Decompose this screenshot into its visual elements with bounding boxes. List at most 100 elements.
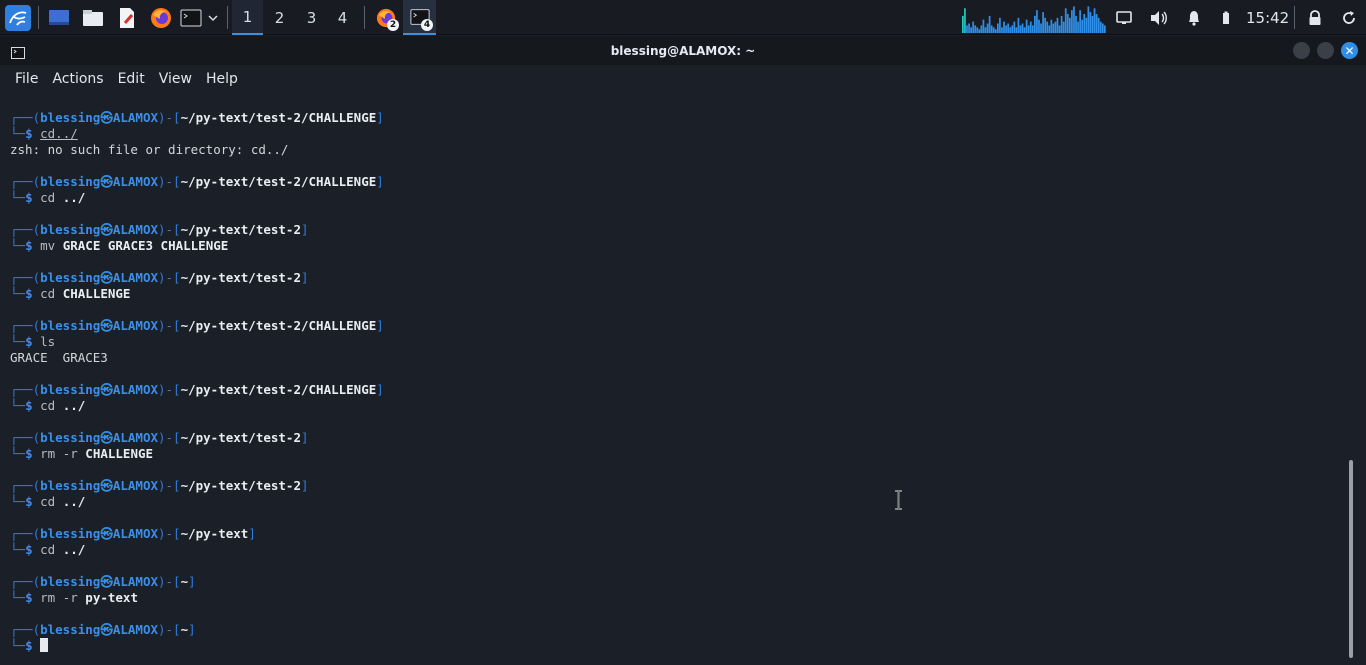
- cpu-graph-bar: [1044, 17, 1047, 33]
- firefox-launcher[interactable]: [148, 2, 174, 33]
- terminal-scrollbar[interactable]: [1349, 460, 1353, 658]
- menu-help[interactable]: Help: [199, 71, 245, 87]
- network-button[interactable]: [1113, 2, 1135, 33]
- desktop-icon: [49, 9, 69, 25]
- battery-button[interactable]: [1219, 2, 1233, 33]
- command-args: ../: [62, 494, 86, 509]
- lock-screen-button[interactable]: [1305, 2, 1325, 33]
- prompt-dollar: $: [25, 446, 41, 461]
- prompt-frame: ┌──(: [10, 110, 41, 125]
- prompt-dollar: $: [25, 334, 41, 349]
- prompt-frame: )-[: [158, 174, 181, 189]
- workspace-4[interactable]: 4: [327, 0, 358, 35]
- cpu-graph-bar: [992, 27, 995, 33]
- cpu-graph-bar: [1031, 25, 1034, 33]
- maximize-button[interactable]: [1317, 42, 1334, 59]
- prompt-dollar: $: [25, 590, 41, 605]
- menu-view[interactable]: View: [152, 71, 199, 87]
- prompt-separator-icon: ㉿: [100, 478, 113, 493]
- prompt-frame: )-[: [158, 318, 181, 333]
- prompt-frame: )-[: [158, 622, 181, 637]
- command-name: cd: [40, 190, 56, 205]
- command-line: └─$ rm -r CHALLENGE: [10, 446, 153, 462]
- taskbar-firefox-group[interactable]: 2: [372, 2, 400, 33]
- terminal-window-count-badge: 4: [421, 19, 433, 31]
- notifications-button[interactable]: [1184, 2, 1204, 33]
- menu-file[interactable]: File: [8, 71, 45, 87]
- prompt-separator-icon: ㉿: [100, 174, 113, 189]
- menu-edit[interactable]: Edit: [111, 71, 152, 87]
- taskbar-terminal-group[interactable]: 4: [403, 0, 436, 35]
- file-manager-launcher[interactable]: [80, 2, 106, 33]
- prompt-line: ┌──(blessing㉿ALAMOX)-[~/py-text/test-2]: [10, 430, 309, 446]
- cpu-graph-bar: [1091, 15, 1094, 33]
- cpu-graph-bar: [1050, 19, 1053, 33]
- prompt-user: blessing: [40, 622, 101, 637]
- clock[interactable]: 15:42: [1246, 0, 1289, 35]
- cpu-graph-bar: [1075, 15, 1077, 33]
- prompt-frame: └─: [10, 494, 26, 509]
- prompt-host: ALAMOX: [112, 318, 158, 333]
- cpu-graph-bar: [1017, 17, 1020, 33]
- cpu-graph-bar: [1103, 25, 1106, 33]
- command-args: CHALLENGE: [85, 446, 154, 461]
- show-desktop-button[interactable]: [46, 2, 72, 33]
- lock-icon: [1309, 9, 1321, 25]
- cpu-graph-bar: [1058, 25, 1061, 33]
- cpu-graph-bar: [1079, 10, 1082, 33]
- command-output: zsh: no such file or directory: cd../: [10, 142, 289, 157]
- cpu-graph-bar: [1068, 17, 1071, 33]
- cpu-graph-bar: [1064, 8, 1067, 33]
- kali-menu-button[interactable]: [3, 2, 33, 33]
- cpu-graph-bar: [984, 27, 987, 33]
- prompt-frame: └─: [10, 590, 26, 605]
- prompt-separator-icon: ㉿: [100, 574, 113, 589]
- minimize-button[interactable]: [1293, 42, 1310, 59]
- workspace-3[interactable]: 3: [296, 0, 327, 35]
- workspace-2[interactable]: 2: [264, 0, 295, 35]
- prompt-frame: )-[: [158, 110, 181, 125]
- window-titlebar[interactable]: blessing@ALAMOX: ~ ✕: [0, 36, 1366, 65]
- cpu-graph-bar: [976, 27, 979, 33]
- prompt-path: ~/py-text: [180, 526, 249, 541]
- cpu-graph-bar: [1001, 27, 1003, 33]
- prompt-path: ~/py-text/test-2/CHALLENGE: [180, 318, 377, 333]
- workspace-1[interactable]: 1: [232, 0, 263, 35]
- prompt-separator-icon: ㉿: [100, 222, 113, 237]
- command-name: cd: [40, 286, 56, 301]
- prompt-path: ~/py-text/test-2/CHALLENGE: [180, 110, 377, 125]
- prompt-frame: ┌──(: [10, 382, 41, 397]
- volume-button[interactable]: [1148, 2, 1170, 33]
- prompt-frame: ┌──(: [10, 270, 41, 285]
- firefox-window-count-badge: 2: [387, 19, 399, 31]
- cpu-graph-bar: [1054, 21, 1057, 33]
- prompt-frame: ]: [301, 430, 309, 445]
- terminal-launcher[interactable]: [178, 2, 204, 33]
- cpu-graph-bar: [986, 23, 989, 33]
- close-button[interactable]: ✕: [1341, 42, 1358, 59]
- prompt-path: ~: [180, 622, 189, 637]
- prompt-path: ~/py-text/test-2/CHALLENGE: [180, 174, 377, 189]
- prompt-line: ┌──(blessing㉿ALAMOX)-[~]: [10, 574, 196, 590]
- command-args: CHALLENGE: [62, 286, 131, 301]
- cpu-graph-bar: [1048, 25, 1051, 33]
- power-button[interactable]: [1339, 2, 1359, 33]
- prompt-frame: ]: [188, 622, 196, 637]
- prompt-separator-icon: ㉿: [100, 622, 113, 637]
- top-panel: 1 2 3 4 2 4 15:42: [0, 0, 1366, 35]
- cpu-graph-bar: [1040, 23, 1042, 33]
- cpu-graph-bar: [1042, 12, 1044, 33]
- cpu-graph-bar: [1071, 10, 1073, 33]
- cpu-graph-bar: [1087, 6, 1090, 33]
- menu-actions[interactable]: Actions: [45, 71, 110, 87]
- cpu-graph-bar: [990, 25, 993, 33]
- cpu-graph-bar: [1007, 23, 1010, 33]
- text-editor-launcher[interactable]: [114, 2, 140, 33]
- prompt-frame: ]: [376, 174, 384, 189]
- prompt-frame: )-[: [158, 430, 181, 445]
- cpu-graph-bar: [970, 27, 972, 33]
- terminal-launcher-dropdown[interactable]: [205, 2, 221, 33]
- cpu-graph-bar: [1066, 14, 1069, 33]
- terminal-output-area[interactable]: ┌──(blessing㉿ALAMOX)-[~/py-text/test-2/C…: [2, 93, 1364, 663]
- cpu-graph-bar: [1034, 15, 1036, 33]
